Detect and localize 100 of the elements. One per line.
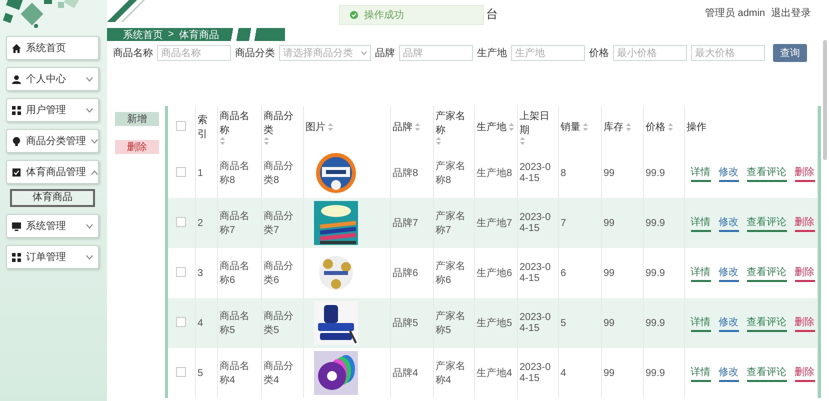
chevron-icon bbox=[86, 76, 93, 82]
field-label: 商品名称 bbox=[113, 46, 153, 60]
menu-item[interactable]: 商品分类管理 bbox=[6, 129, 99, 153]
breadcrumb-separator: > bbox=[168, 29, 174, 40]
grid-icon bbox=[12, 106, 21, 114]
sort-icon[interactable] bbox=[582, 123, 588, 131]
menu-item[interactable]: 系统首页 bbox=[6, 36, 99, 60]
table-cell: 99.9 bbox=[646, 318, 665, 328]
review-link[interactable]: 查看评论 bbox=[746, 264, 786, 282]
chevron-icon bbox=[91, 138, 98, 144]
input-field[interactable]: 商品名称 bbox=[157, 45, 231, 61]
sort-icon[interactable] bbox=[414, 123, 420, 131]
submenu-item[interactable]: 体育商品 bbox=[10, 189, 95, 207]
sort-icon[interactable] bbox=[520, 137, 524, 145]
table-cell: 商品分类7 bbox=[264, 211, 294, 236]
delete-link[interactable]: 删除 bbox=[794, 314, 814, 332]
menu-item[interactable]: 订单管理 bbox=[6, 245, 99, 269]
field-label: 生产地 bbox=[477, 46, 507, 60]
table-cell: 2023-04-15 bbox=[520, 262, 551, 284]
toast-message: 操作成功 bbox=[364, 8, 404, 22]
table-cell: 商品分类6 bbox=[264, 261, 294, 286]
detail-link[interactable]: 详情 bbox=[690, 364, 710, 382]
table-cell: 商品名称7 bbox=[220, 211, 250, 236]
monitor-icon bbox=[12, 222, 21, 230]
checkbox[interactable] bbox=[176, 266, 186, 276]
scrollbar[interactable] bbox=[823, 40, 827, 160]
checkbox[interactable] bbox=[176, 316, 186, 326]
table-cell: 8 bbox=[560, 168, 566, 178]
edit-link[interactable]: 修改 bbox=[718, 364, 738, 382]
delete-button[interactable]: 删除 bbox=[115, 140, 159, 154]
checkbox[interactable] bbox=[176, 166, 186, 176]
column-header: 库存 bbox=[604, 120, 624, 134]
column-header: 商品分类 bbox=[264, 110, 294, 137]
sort-icon[interactable] bbox=[668, 123, 672, 131]
table-cell: 99.9 bbox=[646, 268, 665, 278]
checkbox[interactable] bbox=[176, 216, 186, 226]
field-label: 价格 bbox=[589, 46, 609, 60]
table-cell: 4 bbox=[560, 368, 566, 378]
column-header: 上架日期 bbox=[520, 110, 550, 137]
table-cell: 99 bbox=[604, 318, 615, 328]
logout-link[interactable]: 退出登录 bbox=[771, 6, 811, 20]
delete-link[interactable]: 删除 bbox=[794, 164, 814, 182]
input-field[interactable]: 最大价格 bbox=[691, 45, 765, 61]
chevron-icon bbox=[91, 170, 98, 174]
page-title: 台 bbox=[486, 6, 498, 22]
menu-item[interactable]: 系统管理 bbox=[6, 214, 99, 238]
sort-icon[interactable] bbox=[328, 123, 332, 131]
table-cell: 生产地6 bbox=[476, 268, 512, 279]
menu-item[interactable]: 体育商品管理 bbox=[6, 160, 99, 184]
edit-link[interactable]: 修改 bbox=[718, 264, 738, 282]
review-link[interactable]: 查看评论 bbox=[746, 364, 786, 382]
input-field[interactable]: 品牌 bbox=[399, 45, 473, 61]
checkbox[interactable] bbox=[176, 120, 186, 130]
checkbox[interactable] bbox=[176, 366, 186, 376]
table-cell: 7 bbox=[560, 218, 566, 228]
input-field[interactable]: 最小价格 bbox=[613, 45, 687, 61]
sort-icon[interactable] bbox=[508, 123, 514, 131]
review-link[interactable]: 查看评论 bbox=[746, 164, 786, 182]
delete-link[interactable]: 删除 bbox=[794, 214, 814, 232]
sort-icon[interactable] bbox=[436, 137, 440, 145]
breadcrumb-link[interactable]: 系统首页 bbox=[123, 28, 163, 42]
table-cell: 商品分类4 bbox=[264, 361, 294, 386]
home-icon bbox=[12, 44, 21, 52]
table-cell: 生产地5 bbox=[476, 318, 512, 329]
review-link[interactable]: 查看评论 bbox=[746, 314, 786, 332]
input-field[interactable]: 生产地 bbox=[511, 45, 585, 61]
add-button[interactable]: 新增 bbox=[115, 112, 159, 126]
table-cell: 3 bbox=[198, 268, 204, 278]
detail-link[interactable]: 详情 bbox=[690, 164, 710, 182]
chevron-icon bbox=[86, 224, 93, 228]
edit-link[interactable]: 修改 bbox=[718, 214, 738, 232]
detail-link[interactable]: 详情 bbox=[690, 264, 710, 282]
delete-link[interactable]: 删除 bbox=[794, 264, 814, 282]
sort-icon[interactable] bbox=[220, 137, 224, 145]
table-cell: 商品名称6 bbox=[220, 261, 250, 286]
table-cell: 品牌5 bbox=[392, 318, 418, 329]
column-header: 销量 bbox=[560, 121, 580, 134]
table-cell: 5 bbox=[560, 318, 566, 328]
chevron-icon bbox=[361, 51, 367, 55]
success-icon bbox=[350, 11, 358, 19]
review-link[interactable]: 查看评论 bbox=[746, 214, 786, 232]
sort-icon[interactable] bbox=[264, 137, 268, 145]
detail-link[interactable]: 详情 bbox=[690, 314, 710, 332]
table-cell: 品牌6 bbox=[392, 268, 418, 279]
edit-link[interactable]: 修改 bbox=[718, 164, 738, 182]
menu-item[interactable]: 用户管理 bbox=[6, 98, 99, 122]
table-cell: 1 bbox=[198, 168, 204, 178]
table-cell: 品牌4 bbox=[392, 368, 418, 379]
menu-item[interactable]: 个人中心 bbox=[6, 67, 99, 91]
edit-link[interactable]: 修改 bbox=[718, 314, 738, 332]
table-cell: 99.9 bbox=[646, 218, 665, 228]
sort-icon[interactable] bbox=[626, 123, 630, 131]
table-cell: 99 bbox=[604, 368, 615, 378]
delete-link[interactable]: 删除 bbox=[794, 364, 814, 382]
table-cell: 99 bbox=[604, 168, 615, 178]
chevron-icon bbox=[86, 108, 93, 112]
column-header: 价格 bbox=[646, 120, 666, 134]
search-button[interactable]: 查询 bbox=[773, 44, 807, 62]
detail-link[interactable]: 详情 bbox=[690, 214, 710, 232]
breadcrumb-link[interactable]: 体育商品 bbox=[178, 28, 219, 42]
